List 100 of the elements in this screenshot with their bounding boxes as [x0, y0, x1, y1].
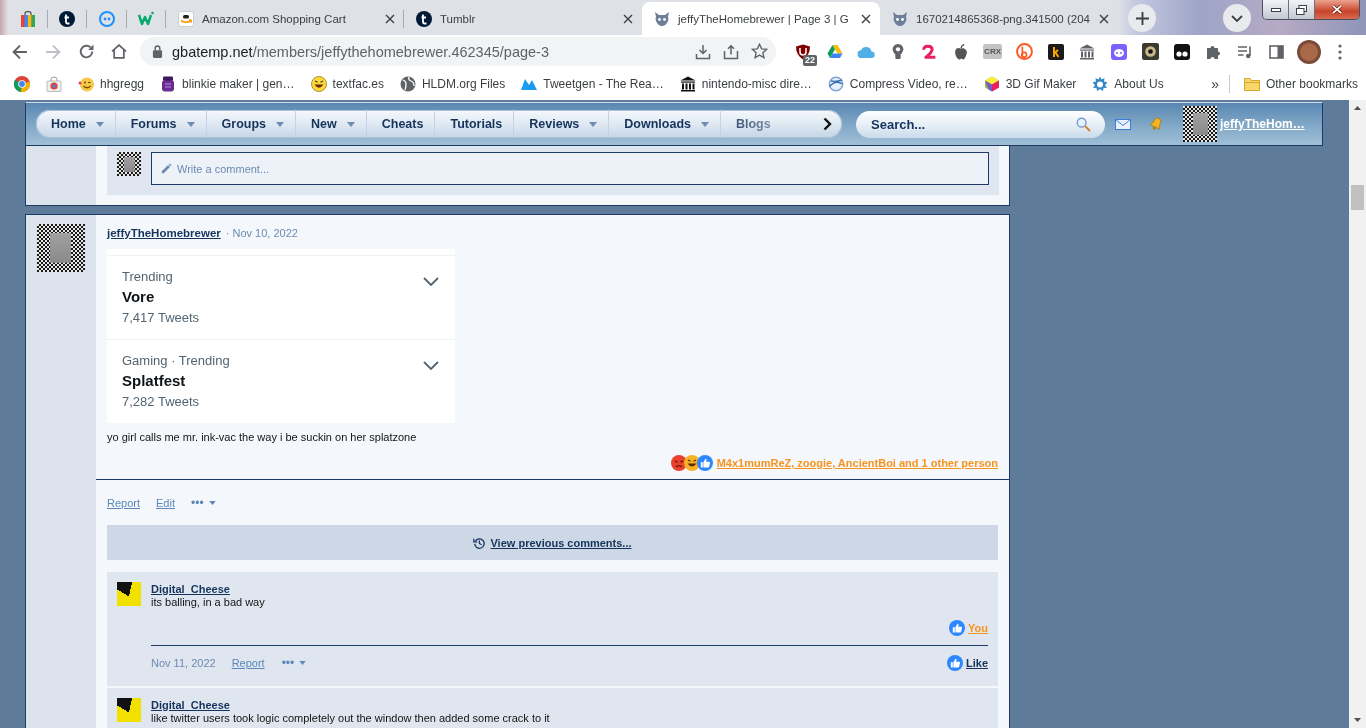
search-icon[interactable]: [1076, 116, 1091, 132]
tweet-count: 7,417 Tweets: [122, 309, 200, 327]
arrow-left-icon: [12, 44, 28, 59]
nav-menu-item[interactable]: Forums: [115, 110, 207, 138]
browser-tab[interactable]: jeffyTheHomebrewer | Page 3 | G: [642, 2, 880, 35]
nav-menu-item[interactable]: Downloads: [609, 110, 721, 138]
avatar-placeholder[interactable]: [117, 152, 141, 176]
bookmark-folder[interactable]: Other bookmarks: [1235, 72, 1366, 96]
search-field[interactable]: Search...: [856, 110, 1105, 138]
home-icon: [111, 44, 127, 59]
action-link[interactable]: Report: [107, 496, 141, 510]
columns-building-icon[interactable]: [1079, 43, 1096, 60]
nav-menu-item[interactable]: Cheats: [366, 110, 436, 138]
more-bookmarks-button[interactable]: »: [1205, 76, 1225, 92]
avatar-placeholder[interactable]: [1183, 106, 1217, 142]
pencil-icon: [161, 163, 172, 174]
caret-down-icon: [208, 501, 216, 505]
envelope-icon[interactable]: [1115, 118, 1131, 130]
close-icon[interactable]: [1099, 13, 1109, 24]
restore-button[interactable]: [1289, 0, 1315, 19]
trend-context: Trending: [122, 269, 173, 285]
share-icon[interactable]: [723, 43, 739, 60]
two-logo-icon[interactable]: [920, 43, 938, 60]
caret-down-icon: [186, 121, 195, 127]
address-bar[interactable]: gbatemp.net/members/jeffythehomebrewer.462345/page-3: [140, 37, 776, 66]
scrollbar[interactable]: [1349, 100, 1366, 728]
globe-icon: [399, 76, 416, 92]
author-link[interactable]: Digital_Cheese: [151, 582, 230, 596]
ring-logo-icon: [98, 10, 115, 27]
comment-date: Nov 11, 2022: [151, 656, 216, 671]
new-tab-button[interactable]: [1128, 4, 1156, 32]
angry-face-icon: [670, 455, 687, 471]
lightbulb-icon[interactable]: [891, 44, 904, 59]
chevron-down-icon[interactable]: [423, 361, 439, 370]
download-icon[interactable]: [695, 43, 711, 60]
bookmark-link[interactable]: 3D Gif Maker: [975, 72, 1085, 96]
close-icon[interactable]: [385, 13, 395, 24]
close-icon[interactable]: [861, 13, 871, 24]
apple-icon[interactable]: [953, 43, 968, 60]
author-link[interactable]: Digital_Cheese: [151, 698, 230, 712]
nav-menu-item[interactable]: Reviews: [514, 110, 610, 138]
lock-icon[interactable]: [152, 45, 163, 58]
bookmark-link[interactable]: nintendo-misc dire…: [671, 72, 820, 96]
action-link[interactable]: Edit: [156, 496, 175, 510]
cube-icon: [983, 76, 1000, 92]
playlist-icon[interactable]: [1237, 44, 1254, 59]
nav-menu-item[interactable]: New: [296, 110, 367, 138]
avatar-icon[interactable]: [1296, 39, 1321, 64]
author-link[interactable]: jeffyTheHomebrewer: [107, 227, 221, 240]
nav-menu-item[interactable]: Tutorials: [435, 110, 515, 138]
avatar-placeholder[interactable]: [117, 698, 141, 722]
comment-field[interactable]: Write a comment...: [151, 152, 989, 185]
browser-logo-icon[interactable]: [14, 76, 30, 92]
nav-menu-item[interactable]: Groups: [206, 110, 297, 138]
close-icon: [1331, 4, 1343, 15]
tab-search-button[interactable]: [1223, 4, 1251, 32]
eyes-icon[interactable]: [1174, 43, 1191, 60]
trend-topic[interactable]: Vore: [122, 287, 155, 307]
thumbs-up-icon: [696, 455, 713, 471]
nav-menu-item[interactable]: Home: [36, 110, 116, 138]
chevron-right-icon[interactable]: [823, 117, 832, 131]
close-window-button[interactable]: [1315, 0, 1359, 19]
trend-topic[interactable]: Splatfest: [122, 371, 186, 391]
arrow-right-icon: [45, 44, 61, 59]
avatar-placeholder[interactable]: [117, 582, 141, 606]
extension-button[interactable]: CRX: [983, 44, 1002, 59]
winking-face-icon: [78, 76, 94, 92]
scrollbar-thumb[interactable]: [1351, 185, 1364, 210]
jar-icon: [160, 76, 177, 92]
circle-logo-icon[interactable]: [1015, 43, 1033, 60]
bookmark-link[interactable]: HLDM.org Files: [391, 72, 514, 96]
puzzle-icon[interactable]: [1205, 43, 1222, 60]
caret-down-icon: [299, 661, 307, 665]
bookmark-link[interactable]: hhgregg: [70, 72, 153, 96]
bookmark-link[interactable]: textfac.es: [302, 72, 392, 96]
bookmark-link[interactable]: blinkie maker | gen…: [152, 72, 303, 96]
star-icon[interactable]: [751, 43, 768, 60]
scroll-up-icon[interactable]: [1354, 106, 1361, 110]
trend-context: Gaming · Trending: [122, 353, 230, 369]
chevron-down-icon[interactable]: [423, 277, 439, 286]
folder-icon: [1243, 77, 1260, 91]
avatar-placeholder[interactable]: [37, 224, 85, 272]
bookmark-link[interactable]: About Us: [1084, 72, 1172, 96]
columns-building-icon: [679, 76, 696, 92]
scroll-down-icon[interactable]: [1354, 718, 1361, 722]
bookmark-link[interactable]: Tweetgen - The Rea…: [513, 72, 672, 96]
mascot-face-icon[interactable]: [1110, 43, 1127, 60]
store-bag-icon[interactable]: [46, 76, 62, 92]
drive-triangle-icon[interactable]: [826, 44, 843, 59]
minimize-button[interactable]: [1263, 0, 1289, 19]
view-previous-comments-link[interactable]: View previous comments...: [490, 536, 632, 549]
nav-menu-item[interactable]: Blogs: [721, 110, 782, 138]
bookmark-link[interactable]: Compress Video, re…: [819, 72, 976, 96]
url-text[interactable]: gbatemp.net/members/jeffythehomebrewer.462345/page-3: [172, 43, 549, 60]
square-logo-icon[interactable]: [1047, 43, 1064, 60]
like-button[interactable]: Like: [947, 655, 988, 671]
close-icon[interactable]: [623, 13, 633, 24]
sidebar-icon[interactable]: [1269, 44, 1285, 59]
eye-icon[interactable]: [1142, 43, 1160, 60]
menu-icon[interactable]: [1338, 43, 1343, 60]
